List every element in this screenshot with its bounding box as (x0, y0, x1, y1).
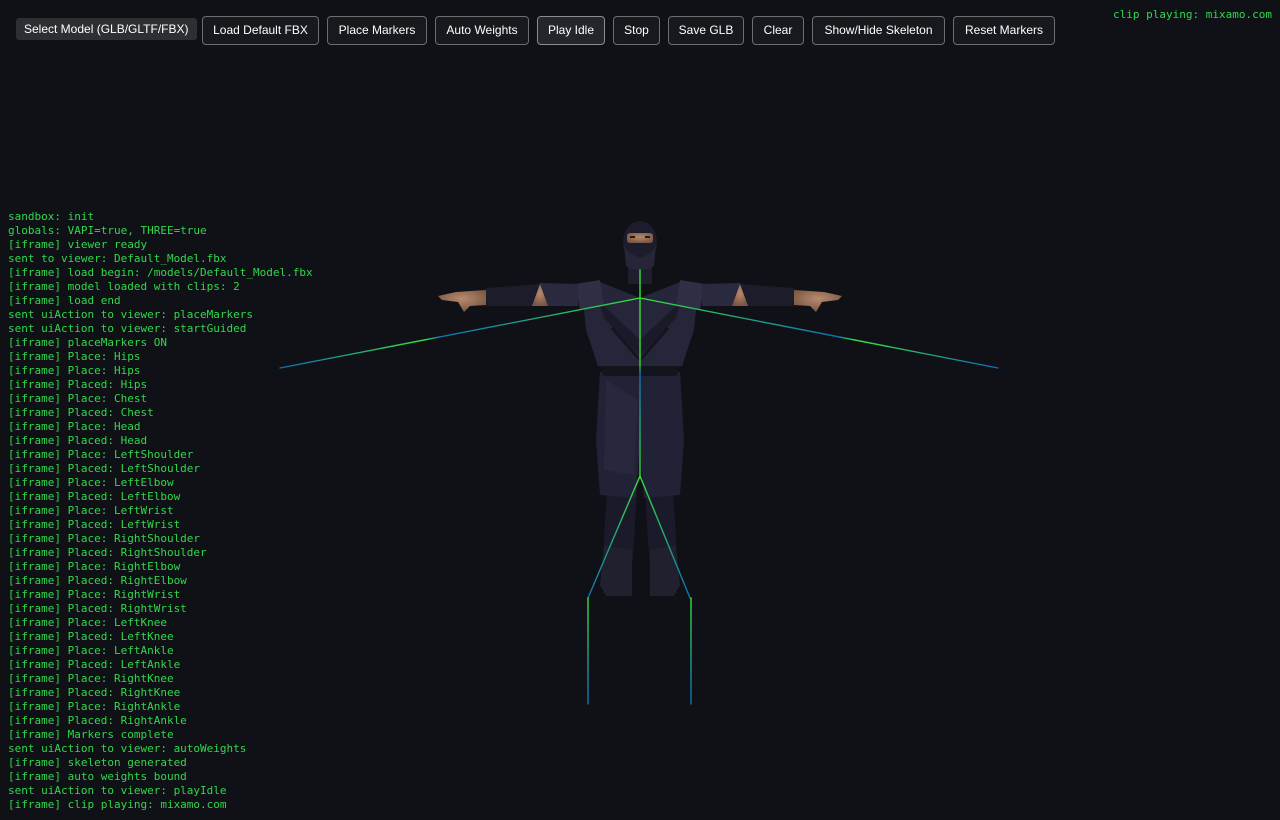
log-line: [iframe] Markers complete (8, 728, 174, 741)
log-line: [iframe] Place: RightKnee (8, 672, 174, 685)
reset-markers-button[interactable]: Reset Markers (953, 16, 1055, 45)
log-line: [iframe] Placed: RightKnee (8, 686, 181, 699)
play-idle-button[interactable]: Play Idle (537, 16, 605, 45)
bone-left-arm (279, 297, 641, 369)
log-line: [iframe] Place: RightWrist (8, 588, 181, 601)
log-line: [iframe] placeMarkers ON (8, 336, 167, 349)
log-line: [iframe] Place: Hips (8, 350, 141, 363)
log-line: [iframe] Place: Hips (8, 364, 141, 377)
save-glb-button[interactable]: Save GLB (668, 16, 744, 45)
log-line: [iframe] Place: LeftAnkle (8, 644, 174, 657)
log-line: [iframe] Placed: LeftAnkle (8, 658, 181, 671)
log-line: [iframe] Placed: Head (8, 434, 148, 447)
log-line: [iframe] Place: RightElbow (8, 560, 181, 573)
log-line: [iframe] auto weights bound (8, 770, 187, 783)
log-line: sent to viewer: Default_Model.fbx (8, 252, 227, 265)
app-root: Select Model (GLB/GLTF/FBX) Load Default… (0, 0, 1280, 820)
log-line: [iframe] clip playing: mixamo.com (8, 798, 227, 811)
log-line: [iframe] Place: RightShoulder (8, 532, 201, 545)
log-line: [iframe] Place: RightAnkle (8, 700, 181, 713)
place-markers-button[interactable]: Place Markers (327, 16, 427, 45)
log-line: [iframe] Placed: RightElbow (8, 574, 187, 587)
log-line: sent uiAction to viewer: autoWeights (8, 742, 247, 755)
log-line: sent uiAction to viewer: playIdle (8, 784, 227, 797)
log-line: sent uiAction to viewer: startGuided (8, 322, 247, 335)
log-line: [iframe] Placed: LeftKnee (8, 630, 174, 643)
log-line: [iframe] Placed: Hips (8, 378, 148, 391)
log-line: [iframe] Placed: LeftWrist (8, 518, 181, 531)
log-line: [iframe] Place: Chest (8, 392, 148, 405)
show-hide-skeleton-button[interactable]: Show/Hide Skeleton (812, 16, 945, 45)
log-line: [iframe] skeleton generated (8, 756, 187, 769)
log-line: [iframe] load end (8, 294, 121, 307)
log-line: [iframe] Place: Head (8, 420, 141, 433)
log-line: [iframe] load begin: /models/Default_Mod… (8, 266, 313, 279)
auto-weights-button[interactable]: Auto Weights (435, 16, 529, 45)
log-line: [iframe] Place: LeftWrist (8, 504, 174, 517)
log-line: [iframe] Placed: RightAnkle (8, 714, 187, 727)
log-line: [iframe] Place: LeftElbow (8, 476, 174, 489)
log-line: [iframe] Placed: LeftElbow (8, 490, 181, 503)
load-default-fbx-button[interactable]: Load Default FBX (202, 16, 319, 45)
log-line: globals: VAPI=true, THREE=true (8, 224, 207, 237)
log-line: [iframe] Place: LeftShoulder (8, 448, 194, 461)
select-model-button[interactable]: Select Model (GLB/GLTF/FBX) (16, 18, 197, 40)
log-line: [iframe] Placed: RightShoulder (8, 546, 207, 559)
clear-button[interactable]: Clear (752, 16, 804, 45)
log-line: [iframe] Placed: Chest (8, 406, 154, 419)
log-line: sandbox: init (8, 210, 95, 223)
bone-right-arm (639, 297, 999, 369)
log-line: [iframe] Place: LeftKnee (8, 616, 167, 629)
log-line: [iframe] viewer ready (8, 238, 148, 251)
console-log: sandbox: init globals: VAPI=true, THREE=t… (8, 210, 313, 812)
log-line: sent uiAction to viewer: placeMarkers (8, 308, 254, 321)
log-line: [iframe] Placed: LeftShoulder (8, 462, 201, 475)
stop-button[interactable]: Stop (613, 16, 660, 45)
log-line: [iframe] model loaded with clips: 2 (8, 280, 240, 293)
clip-status-text: clip playing: mixamo.com (1113, 8, 1272, 21)
log-line: [iframe] Placed: RightWrist (8, 602, 187, 615)
